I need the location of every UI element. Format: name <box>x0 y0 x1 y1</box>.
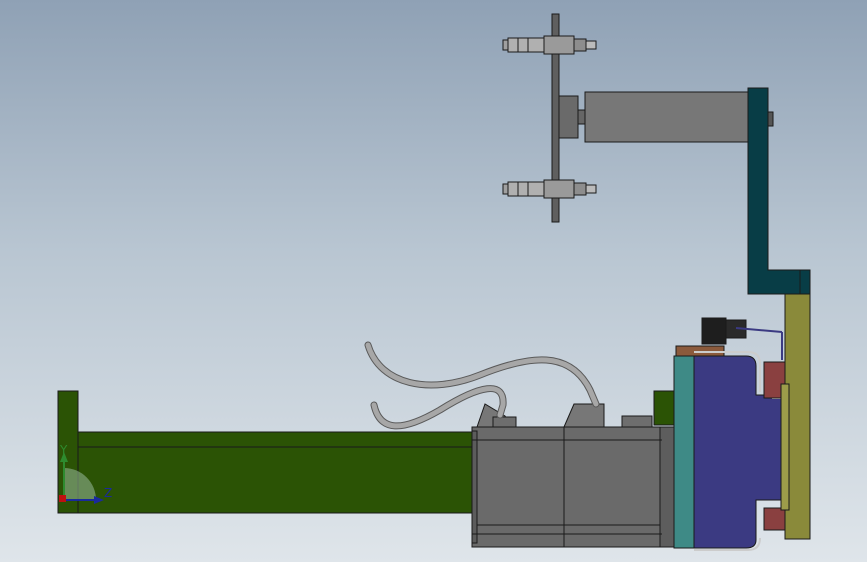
cylinder-body[interactable] <box>557 91 749 143</box>
x-axis-marker-icon <box>59 495 66 502</box>
cad-assembly-drawing[interactable] <box>0 0 867 562</box>
y-axis-label: Y <box>60 443 68 457</box>
z-axis-label: Z <box>104 486 113 500</box>
cad-viewport[interactable]: Y Z <box>0 0 867 562</box>
servo-motor[interactable] <box>471 403 675 548</box>
mounting-plate[interactable] <box>780 293 811 540</box>
vertical-bracket[interactable] <box>747 87 811 295</box>
